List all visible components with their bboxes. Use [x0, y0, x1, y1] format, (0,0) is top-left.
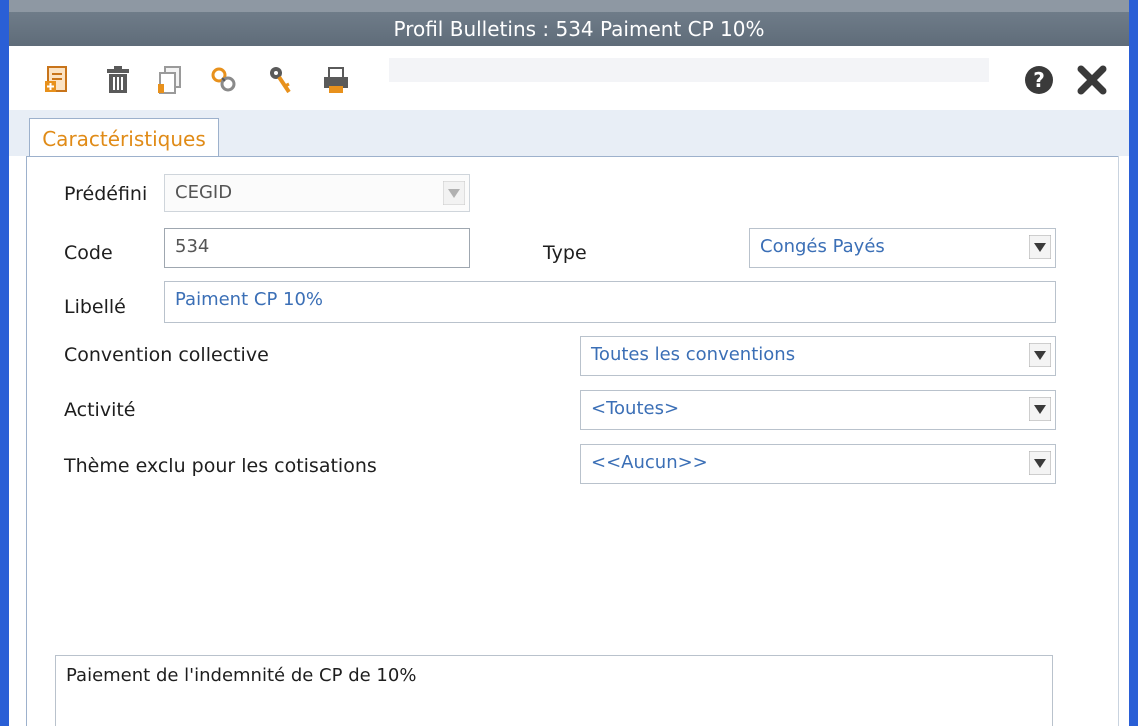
- type-label: Type: [543, 242, 587, 264]
- tab-bar: Caractéristiques: [9, 110, 1129, 157]
- theme-select[interactable]: <<Aucun>>: [580, 444, 1056, 484]
- svg-text:?: ?: [1033, 68, 1045, 92]
- activite-value: <Toutes>: [591, 398, 680, 419]
- description-textarea[interactable]: Paiement de l'indemnité de CP de 10%: [55, 655, 1053, 726]
- window-top-strip: [9, 0, 1129, 12]
- libelle-input[interactable]: Paiment CP 10%: [164, 281, 1056, 323]
- chevron-down-icon[interactable]: [1029, 343, 1051, 367]
- chevron-down-icon[interactable]: [1029, 451, 1051, 475]
- window-left-border: [0, 0, 9, 726]
- window-right-border: [1129, 0, 1138, 726]
- theme-value: <<Aucun>>: [591, 452, 708, 473]
- convention-label: Convention collective: [64, 344, 269, 366]
- convention-select[interactable]: Toutes les conventions: [580, 336, 1056, 376]
- link-icon[interactable]: [209, 64, 239, 96]
- toolbar: ?: [9, 46, 1129, 110]
- trash-icon[interactable]: [103, 64, 133, 96]
- predefini-value: CEGID: [175, 182, 233, 203]
- description-text: Paiement de l'indemnité de CP de 10%: [66, 665, 417, 686]
- activite-select[interactable]: <Toutes>: [580, 390, 1056, 430]
- chevron-down-icon[interactable]: [1029, 235, 1051, 259]
- close-icon[interactable]: [1076, 64, 1108, 96]
- window-titlebar[interactable]: Profil Bulletins : 534 Paiment CP 10%: [9, 12, 1129, 46]
- chevron-down-icon[interactable]: [1029, 397, 1051, 421]
- question-icon[interactable]: ?: [1023, 64, 1055, 96]
- key-icon[interactable]: [265, 64, 295, 96]
- chevron-down-icon[interactable]: [443, 181, 465, 205]
- code-input[interactable]: 534: [164, 228, 470, 268]
- code-label: Code: [64, 242, 113, 264]
- theme-label: Thème exclu pour les cotisations: [64, 455, 377, 477]
- predefini-select[interactable]: CEGID: [164, 174, 470, 212]
- panel-right-edge: [1118, 156, 1129, 726]
- activite-label: Activité: [64, 399, 136, 421]
- type-value: Congés Payés: [760, 236, 885, 257]
- libelle-value: Paiment CP 10%: [175, 289, 324, 310]
- code-value: 534: [175, 236, 210, 257]
- convention-value: Toutes les conventions: [591, 344, 796, 365]
- toolbar-shade: [389, 58, 989, 82]
- window-title: Profil Bulletins : 534 Paiment CP 10%: [393, 17, 765, 41]
- libelle-label: Libellé: [64, 296, 126, 318]
- tab-caracteristiques[interactable]: Caractéristiques: [29, 118, 219, 157]
- print-icon[interactable]: [321, 64, 351, 96]
- predefini-label: Prédéfini: [64, 183, 148, 205]
- duplicate-icon[interactable]: [155, 64, 185, 96]
- new-document-icon[interactable]: [43, 64, 73, 96]
- type-select[interactable]: Congés Payés: [749, 228, 1056, 268]
